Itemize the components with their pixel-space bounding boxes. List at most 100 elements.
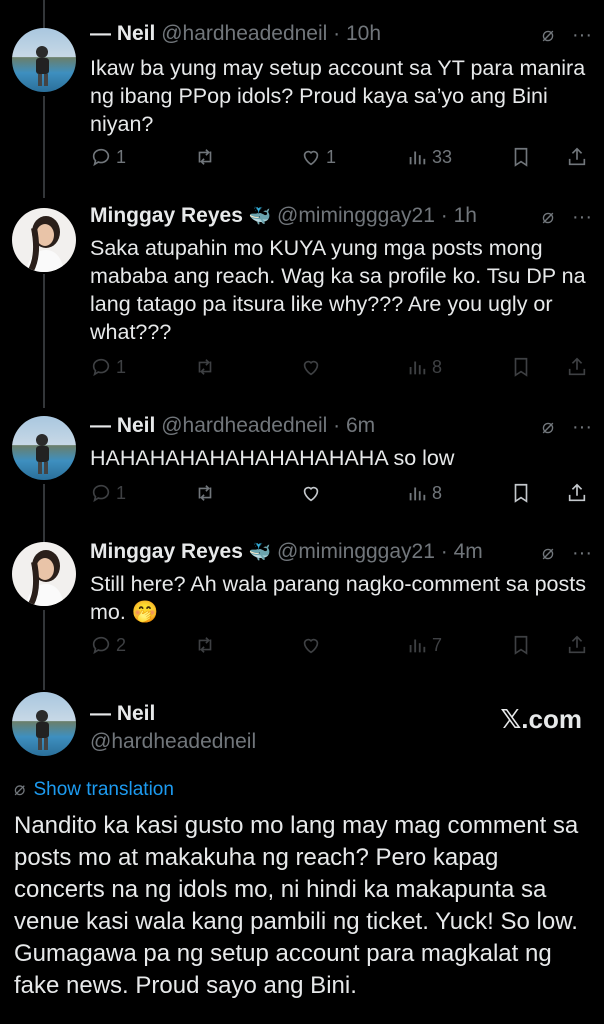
share-icon — [568, 357, 586, 376]
bookmark-icon — [514, 483, 528, 503]
timestamp[interactable]: 1h — [454, 204, 477, 227]
display-name[interactable]: — Neil — [90, 22, 155, 45]
repost-icon — [198, 485, 212, 501]
share-button[interactable] — [566, 634, 588, 656]
tweet-text: HAHAHAHAHAHAHAHAHAHA so low — [90, 446, 455, 470]
user-handle[interactable]: @hardheadedneil — [161, 22, 327, 45]
show-translation-link[interactable]: ⌀ Show translation — [14, 778, 174, 801]
more-icon[interactable]: ··· — [572, 206, 592, 228]
tweet-actions: 2 7 — [90, 634, 592, 660]
reply-count: 1 — [116, 146, 127, 167]
view-count: 8 — [432, 482, 443, 503]
tweet[interactable]: — Neil @hardheadedneil · 10h ⌀ ··· Ikaw b… — [0, 0, 604, 190]
timestamp[interactable]: 4m — [454, 540, 483, 563]
more-icon[interactable]: ··· — [572, 416, 592, 438]
repost-button[interactable] — [194, 356, 216, 378]
share-button[interactable] — [566, 146, 588, 168]
views-icon — [409, 639, 426, 653]
view-count: 33 — [432, 146, 453, 167]
tweet-header: — Neil @hardheadedneil · 6m ⌀ ··· — [90, 414, 592, 440]
bookmark-button[interactable] — [510, 634, 532, 656]
whale-icon: 🐳 — [248, 206, 272, 226]
bookmark-button[interactable] — [510, 356, 532, 378]
display-name[interactable]: Minggay Reyes — [90, 204, 243, 227]
avatar[interactable] — [12, 416, 76, 480]
more-icon[interactable]: ··· — [572, 542, 592, 564]
repost-icon — [198, 149, 212, 165]
user-handle[interactable]: @mimingggay21 — [277, 204, 435, 227]
bookmark-button[interactable] — [510, 482, 532, 504]
tweet-text: Ikaw ba yung may setup account sa YT par… — [90, 56, 586, 136]
repost-button[interactable] — [194, 482, 216, 504]
user-handle[interactable]: @hardheadedneil — [90, 730, 256, 754]
timestamp[interactable]: 10h — [346, 22, 381, 45]
bookmark-button[interactable] — [510, 146, 532, 168]
display-name[interactable]: — Neil — [90, 414, 155, 437]
reply-icon — [92, 636, 110, 655]
display-name[interactable]: — Neil — [90, 702, 155, 726]
views-button[interactable]: 8 — [406, 356, 442, 378]
view-count: 8 — [432, 356, 443, 377]
more-icon[interactable]: ··· — [572, 24, 592, 46]
avatar[interactable] — [12, 692, 76, 756]
reply-count: 2 — [116, 634, 127, 655]
tweet-header: Minggay Reyes 🐳 @mimingggay21 · 1h ⌀ ··· — [90, 204, 592, 230]
reply-button[interactable]: 1 — [90, 356, 126, 378]
share-icon — [568, 635, 586, 654]
x-logo: 𝕏.com — [500, 704, 582, 734]
repost-button[interactable] — [194, 634, 216, 656]
user-handle[interactable]: @hardheadedneil — [161, 414, 327, 437]
separator: · — [434, 540, 454, 563]
views-icon — [409, 151, 426, 165]
like-button[interactable]: 1 — [300, 146, 336, 168]
bookmark-icon — [514, 357, 528, 377]
repost-icon — [198, 359, 212, 375]
user-handle[interactable]: @mimingggay21 — [277, 540, 435, 563]
reply-button[interactable]: 1 — [90, 146, 126, 168]
post-text: Nandito ka kasi gusto mo lang may mag co… — [14, 812, 579, 999]
tweet-text: Saka atupahin mo KUYA yung mga posts mon… — [90, 236, 586, 344]
avatar[interactable] — [12, 208, 76, 272]
views-button[interactable]: 7 — [406, 634, 442, 656]
translation-label: Show translation — [33, 779, 174, 800]
tweet-text: Still here? Ah wala parang nagko-comment… — [90, 572, 586, 624]
no-translate-icon[interactable]: ⌀ — [542, 24, 554, 46]
no-translate-icon[interactable]: ⌀ — [542, 206, 554, 228]
reply-button[interactable]: 1 — [90, 482, 126, 504]
views-button[interactable]: 33 — [406, 146, 452, 168]
like-button[interactable] — [300, 634, 326, 656]
tweet[interactable]: Minggay Reyes 🐳 @mimingggay21 · 4m ⌀ ··· … — [0, 534, 604, 684]
share-icon — [568, 147, 586, 166]
bookmark-icon — [514, 147, 528, 167]
like-button[interactable] — [300, 356, 326, 378]
repost-icon — [198, 637, 212, 653]
repost-button[interactable] — [194, 146, 216, 168]
share-button[interactable] — [566, 482, 588, 504]
views-icon — [409, 361, 426, 375]
avatar[interactable] — [12, 542, 76, 606]
separator: · — [327, 414, 346, 437]
like-count: 1 — [326, 146, 337, 167]
reply-icon — [92, 484, 110, 503]
share-icon — [568, 483, 586, 502]
share-button[interactable] — [566, 356, 588, 378]
like-button[interactable] — [300, 482, 326, 504]
display-name[interactable]: Minggay Reyes — [90, 540, 243, 563]
no-translate-icon[interactable]: ⌀ — [542, 542, 554, 564]
like-icon — [303, 360, 319, 376]
tweet-actions: 1 1 33 — [90, 146, 592, 172]
tweet[interactable]: Minggay Reyes 🐳 @mimingggay21 · 1h ⌀ ··· … — [0, 190, 604, 402]
tweet-header: Minggay Reyes 🐳 @mimingggay21 · 4m ⌀ ··· — [90, 540, 592, 566]
like-icon — [303, 486, 319, 502]
avatar[interactable] — [12, 28, 76, 92]
tweet-actions: 1 8 — [90, 356, 592, 382]
separator: · — [327, 22, 346, 45]
no-translate-icon[interactable]: ⌀ — [542, 416, 554, 438]
bookmark-icon — [514, 635, 528, 655]
tweet[interactable]: — Neil @hardheadedneil · 6m ⌀ ··· HAHAHAH… — [0, 402, 604, 534]
timestamp[interactable]: 6m — [346, 414, 375, 437]
like-icon — [303, 638, 319, 654]
views-button[interactable]: 8 — [406, 482, 442, 504]
separator: · — [434, 204, 454, 227]
reply-button[interactable]: 2 — [90, 634, 126, 656]
